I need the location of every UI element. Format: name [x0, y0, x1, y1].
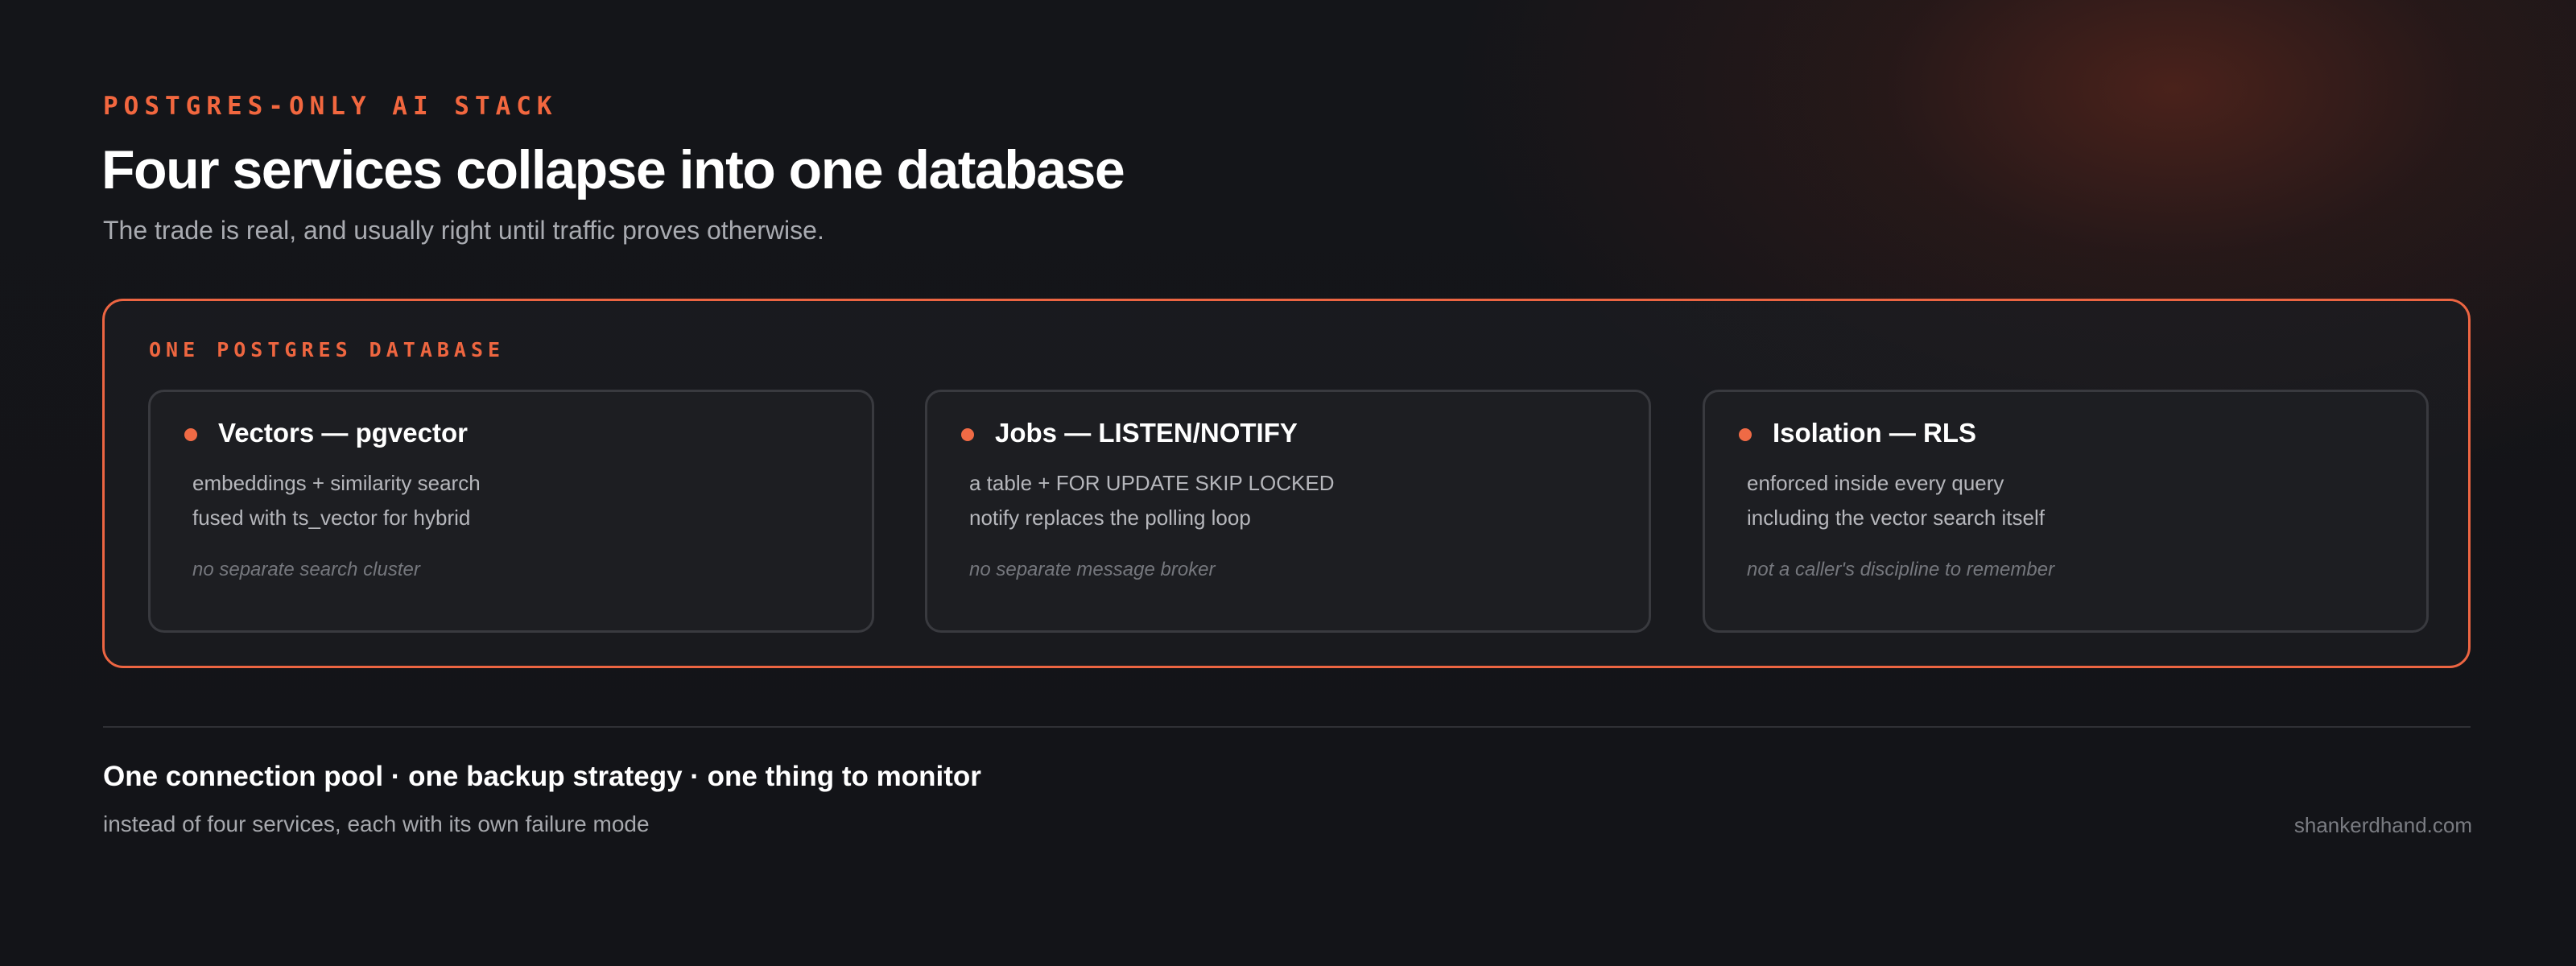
card-description-line: embeddings + similarity search — [192, 471, 481, 495]
site-name: shankerdhand.com — [2293, 813, 2472, 837]
section-kicker: POSTGRES-ONLY AI STACK — [103, 92, 558, 121]
feature-card-isolation: Isolation — RLS enforced inside every qu… — [1703, 390, 2429, 633]
database-label: ONE POSTGRES DATABASE — [149, 338, 506, 361]
bullet-dot-icon — [184, 428, 197, 441]
footer-title: One connection pool · one backup strateg… — [103, 761, 981, 792]
card-title: Vectors — pgvector — [218, 418, 468, 448]
card-title: Jobs — LISTEN/NOTIFY — [995, 418, 1298, 448]
card-title: Isolation — RLS — [1773, 418, 1977, 448]
postgres-database-frame: ONE POSTGRES DATABASE Vectors — pgvector… — [102, 299, 2471, 668]
section-divider — [103, 726, 2471, 728]
card-note: no separate message broker — [969, 559, 1216, 580]
card-description-line: enforced inside every query — [1747, 471, 2004, 495]
card-description-line: fused with ts_vector for hybrid — [192, 506, 471, 530]
page-subtitle: The trade is real, and usually right unt… — [103, 216, 824, 245]
feature-card-jobs: Jobs — LISTEN/NOTIFY a table + FOR UPDAT… — [925, 390, 1651, 633]
page: POSTGRES-ONLY AI STACK Four services col… — [0, 0, 2576, 966]
footer-subtitle: instead of four services, each with its … — [103, 811, 650, 836]
page-title: Four services collapse into one database — [101, 139, 1125, 200]
feature-card-vectors: Vectors — pgvector embeddings + similari… — [148, 390, 874, 633]
card-description-line: including the vector search itself — [1747, 506, 2045, 530]
bullet-dot-icon — [1739, 428, 1752, 441]
card-description-line: notify replaces the polling loop — [969, 506, 1251, 530]
card-description-line: a table + FOR UPDATE SKIP LOCKED — [969, 471, 1335, 495]
bullet-dot-icon — [961, 428, 974, 441]
card-note: not a caller's discipline to remember — [1747, 559, 2055, 580]
card-note: no separate search cluster — [192, 559, 420, 580]
